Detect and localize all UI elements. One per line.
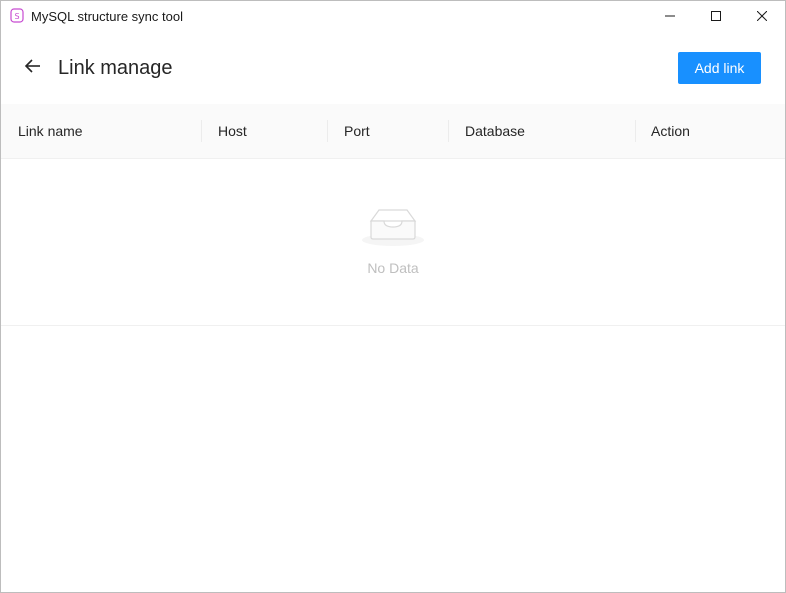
title-bar[interactable]: S MySQL structure sync tool — [1, 1, 785, 32]
column-divider — [635, 120, 636, 142]
minimize-button[interactable] — [647, 1, 693, 32]
empty-inbox-icon — [361, 203, 425, 247]
app-icon: S — [10, 8, 24, 23]
maximize-icon — [711, 8, 721, 26]
close-icon — [756, 8, 768, 26]
column-divider — [327, 120, 328, 142]
column-header-database[interactable]: Database — [465, 104, 525, 158]
column-header-link-name[interactable]: Link name — [18, 104, 83, 158]
page-title: Link manage — [58, 57, 173, 79]
close-button[interactable] — [739, 1, 785, 32]
arrow-left-icon — [24, 58, 42, 79]
column-divider — [201, 120, 202, 142]
page-header: Link manage Add link — [1, 32, 785, 104]
app-window: S MySQL structure sync tool Link manage … — [0, 0, 786, 593]
table-body-empty: No Data — [1, 159, 785, 326]
back-button[interactable] — [23, 58, 43, 78]
svg-text:S: S — [14, 12, 19, 21]
links-table: Link name Host Port Database Action No D… — [1, 104, 785, 326]
column-divider — [448, 120, 449, 142]
minimize-icon — [665, 8, 675, 26]
add-link-button[interactable]: Add link — [678, 52, 761, 84]
window-title: MySQL structure sync tool — [31, 9, 183, 24]
maximize-button[interactable] — [693, 1, 739, 32]
column-header-action[interactable]: Action — [651, 104, 690, 158]
table-header: Link name Host Port Database Action — [1, 104, 785, 159]
column-header-port[interactable]: Port — [344, 104, 370, 158]
column-header-host[interactable]: Host — [218, 104, 247, 158]
empty-text: No Data — [367, 260, 419, 276]
